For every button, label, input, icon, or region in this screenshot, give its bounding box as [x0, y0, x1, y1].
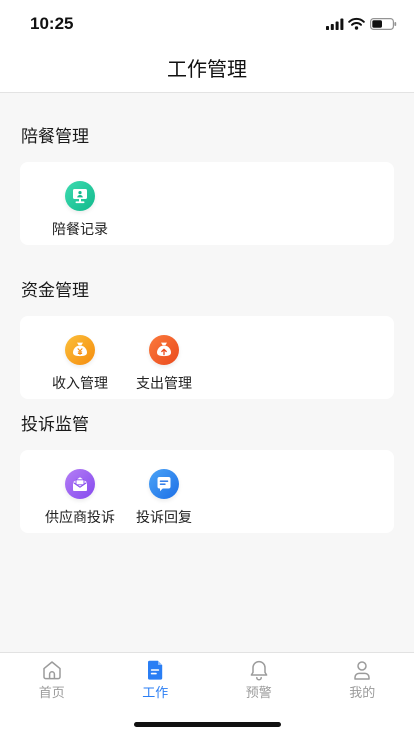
tab-home[interactable]: 首页	[0, 653, 104, 736]
section-card-complaints: 供应商投诉 投诉回复	[20, 450, 394, 533]
grid-item-supplier-complaint[interactable]: 供应商投诉	[38, 450, 122, 533]
monitor-glyph	[73, 189, 87, 204]
tab-label: 工作	[142, 685, 169, 700]
grid-item-label: 供应商投诉	[45, 509, 115, 525]
page-title: 工作管理	[167, 59, 247, 81]
home-indicator[interactable]	[134, 722, 281, 727]
grid-item-expense-management[interactable]: 支出管理	[122, 316, 206, 399]
section-title-complaints: 投诉监管	[21, 415, 89, 434]
section-card-meal-accompany: 陪餐记录	[20, 162, 394, 245]
section-card-funds: 收入管理 支出管理	[20, 316, 394, 399]
money-bag-glyph	[73, 342, 87, 357]
work-management-screen: 10:25 工作管理 陪餐管理 陪餐记录 资金管理 收入管理 支出管理 投诉监管…	[0, 0, 414, 736]
envelope-glyph	[73, 477, 87, 491]
grid-item-complaint-reply[interactable]: 投诉回复	[122, 450, 206, 533]
battery-level-fill	[372, 20, 382, 28]
chat-bubble-icon	[149, 469, 179, 499]
bell-icon	[250, 660, 268, 681]
cellular-signal-icon	[326, 18, 344, 30]
grid-item-income-management[interactable]: 收入管理	[38, 316, 122, 399]
document-icon	[148, 660, 163, 680]
money-bag-glyph	[157, 342, 171, 357]
grid-item-meal-records[interactable]: 陪餐记录	[38, 162, 122, 245]
status-time: 10:25	[30, 14, 74, 33]
grid-item-label: 投诉回复	[136, 509, 192, 525]
section-title-meal-accompany: 陪餐管理	[21, 127, 89, 146]
grid-item-label: 支出管理	[136, 375, 192, 391]
tab-label: 我的	[349, 685, 376, 700]
home-icon	[43, 661, 61, 680]
envelope-icon	[65, 469, 95, 499]
chat-bubble-glyph	[157, 477, 171, 492]
money-bag-yuan-icon	[65, 335, 95, 365]
grid-item-label: 陪餐记录	[52, 221, 108, 237]
money-bag-up-icon	[149, 335, 179, 365]
section-title-funds: 资金管理	[21, 281, 89, 300]
battery-icon	[370, 18, 397, 30]
user-icon	[354, 661, 370, 680]
tab-label: 首页	[38, 685, 65, 700]
monitor-icon	[65, 181, 95, 211]
grid-item-label: 收入管理	[52, 375, 108, 391]
tab-label: 预警	[245, 685, 272, 700]
wifi-icon	[348, 17, 365, 30]
tab-mine[interactable]: 我的	[311, 653, 414, 736]
